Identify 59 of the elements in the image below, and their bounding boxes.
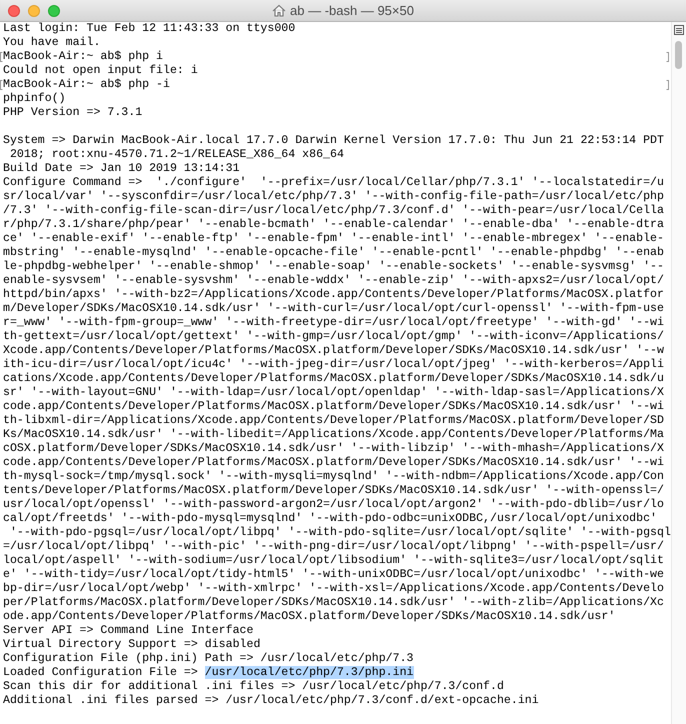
terminal-line: code.app/Contents/Developer/Platforms/MacOSX.platform/Developer/SDKs/MacOSX10.14.sdk/usr' '--wi — [3, 400, 664, 413]
terminal-line: r/php/7.3.1/share/php/pear' '--enable-bcmath' '--enable-calendar' '--enable-dba' '--enable-dtra — [3, 218, 664, 231]
terminal-line: Configure Command => './configure' '--prefix=/usr/local/Cellar/php/7.3.1' '--localstatedir=/u — [3, 176, 664, 189]
menu-icon[interactable] — [674, 25, 684, 35]
terminal-line: Ks/MacOSX10.14.sdk/usr' '--with-libedit=/Applications/Xcode.app/Contents/Developer/Platforms/Ma — [3, 428, 664, 441]
terminal-line: bp-dir=/usr/local/opt/webp' '--with-xmlrpc' '--with-xsl=/Applications/Xcode.app/Contents/Develo — [3, 582, 664, 595]
terminal-line: cations/Xcode.app/Contents/Developer/Platforms/MacOSX.platform/Developer/SDKs/MacOSX10.14.sdk/u — [3, 372, 664, 385]
terminal-line: code.app/Contents/Developer/Platforms/MacOSX.platform/Developer/SDKs/MacOSX10.14.sdk/usr' '--wi — [3, 456, 664, 469]
close-button[interactable] — [8, 4, 20, 16]
prompt-mark-icon — [0, 52, 3, 62]
window-title: ab — -bash — 95×50 — [290, 3, 414, 18]
terminal-line: sr/local/var' '--sysconfdir=/usr/local/etc/php/7.3' '--with-config-file-path=/usr/local/etc/php — [3, 190, 664, 203]
zoom-button[interactable] — [48, 4, 60, 16]
terminal-line: Could not open input file: i — [3, 64, 198, 77]
terminal-line: '--with-pdo-pgsql=/usr/local/opt/libpq' '--with-pdo-sqlite=/usr/local/opt/sqlite' '--with-pgsql — [8, 526, 671, 539]
terminal-line: MacBook-Air:~ ab$ php -i — [3, 78, 170, 91]
minimize-button[interactable] — [28, 4, 40, 16]
terminal-line: cal/opt/freetds' '--with-pdo-mysql=mysqlnd' '--with-pdo-odbc=unixODBC,/usr/local/opt/unixodbc' — [3, 512, 657, 525]
terminal-line: local/opt/aspell' '--with-sodium=/usr/local/opt/libsodium' '--with-sqlite3=/usr/local/opt/sqlit — [3, 554, 664, 567]
terminal-line: usr/local/opt/openssl' '--with-password-argon2=/usr/local/opt/argon2' '--with-pdo-dblib=/usr/lo — [3, 498, 664, 511]
terminal-line: MacBook-Air:~ ab$ php i — [3, 50, 164, 63]
terminal-line: th-mysql-sock=/tmp/mysql.sock' '--with-mysqli=mysqlnd' '--with-ndbm=/Applications/Xcode.app/Con — [3, 470, 664, 483]
prompt-mark-icon — [666, 52, 669, 62]
scroll-thumb[interactable] — [675, 41, 682, 69]
terminal-line: th-libxml-dir=/Applications/Xcode.app/Contents/Developer/Platforms/MacOSX.platform/Developer/SD — [3, 414, 664, 427]
terminal-line: ce' '--enable-exif' '--enable-ftp' '--enable-fpm' '--enable-intl' '--enable-mbregex' '--enable- — [3, 232, 664, 245]
terminal-line: Configuration File (php.ini) Path => /usr/local/etc/php/7.3 — [3, 652, 414, 665]
terminal-line: ith-icu-dir=/usr/local/opt/icu4c' '--with-jpeg-dir=/usr/local/opt/jpeg' '--with-kerberos=/Appli — [3, 358, 664, 371]
terminal-line: =/usr/local/opt/libpq' '--with-pic' '--with-png-dir=/usr/local/opt/libpng' '--with-pspell=/usr/ — [3, 540, 664, 553]
terminal-line: th-gettext=/usr/local/opt/gettext' '--with-gmp=/usr/local/opt/gmp' '--with-iconv=/Applications/ — [3, 330, 664, 343]
terminal-line: httpd/bin/apxs' '--with-bz2=/Applications/Xcode.app/Contents/Developer/Platforms/MacOSX.platfor — [3, 288, 664, 301]
terminal-line: e' '--with-tidy=/usr/local/opt/tidy-html5' '--with-unixODBC=/usr/local/opt/unixodbc' '--with-we — [3, 568, 664, 581]
terminal-line: System => Darwin MacBook-Air.local 17.7.0 Darwin Kernel Version 17.7.0: Thu Jun 21 22:53:14 PDT — [3, 134, 664, 147]
terminal-line: phpinfo() — [3, 92, 66, 105]
terminal-line: sr' '--with-layout=GNU' '--with-ldap=/usr/local/opt/openldap' '--with-ldap-sasl=/Applications/X — [3, 386, 664, 399]
terminal-line: /7.3' '--with-config-file-scan-dir=/usr/local/etc/php/7.3/conf.d' '--with-pear=/usr/local/Cella — [3, 204, 664, 217]
terminal-line: Server API => Command Line Interface — [3, 624, 254, 637]
terminal-line: You have mail. — [3, 36, 100, 49]
terminal-line: PHP Version => 7.3.1 — [3, 106, 142, 119]
terminal-line: Xcode.app/Contents/Developer/Platforms/MacOSX.platform/Developer/SDKs/MacOSX10.14.sdk/usr' '--w — [3, 344, 664, 357]
terminal-line: 2018; root:xnu-4570.71.2~1/RELEASE_X86_64 x86_64 — [8, 148, 344, 161]
terminal-line: mbstring' '--enable-mysqlnd' '--enable-opcache-file' '--enable-pcntl' '--enable-phpdbg' '--enab — [3, 246, 664, 259]
terminal-line: Loaded Configuration File => /usr/local/etc/php/7.3/php.ini — [3, 666, 414, 679]
terminal-line: le-phpdbg-webhelper' '--enable-shmop' '--enable-soap' '--enable-sockets' '--enable-sysvmsg' '-- — [3, 260, 664, 273]
terminal-line: r=_www' '--with-fpm-group=_www' '--with-freetype-dir=/usr/local/opt/freetype' '--with-gd' '--wi — [3, 316, 664, 329]
terminal-line: Virtual Directory Support => disabled — [3, 638, 260, 651]
terminal-line: Last login: Tue Feb 12 11:43:33 on ttys000 — [3, 22, 296, 35]
terminal-line: cOSX.platform/Developer/SDKs/MacOSX10.14.sdk/usr' '--with-libzip' '--with-mhash=/Applications/X — [3, 442, 664, 455]
terminal-line: ode.app/Contents/Developer/Platforms/MacOSX.platform/Developer/SDKs/MacOSX10.14.sdk/usr' — [3, 610, 616, 623]
house-icon — [272, 4, 286, 17]
terminal-line: per/Platforms/MacOSX.platform/Developer/SDKs/MacOSX10.14.sdk/usr' '--with-zlib=/Applications/Xc — [3, 596, 664, 609]
terminal-line: m/Developer/SDKs/MacOSX10.14.sdk/usr' '--with-curl=/usr/local/opt/curl-openssl' '--with-fpm-use — [3, 302, 664, 315]
terminal-line: tents/Developer/Platforms/MacOSX.platform/Developer/SDKs/MacOSX10.14.sdk/usr' '--with-openssl=/ — [3, 484, 664, 497]
terminal-line: Scan this dir for additional .ini files => /usr/local/etc/php/7.3/conf.d — [3, 680, 504, 693]
terminal-line: Build Date => Jan 10 2019 13:14:31 — [3, 162, 240, 175]
prompt-mark-icon — [666, 80, 669, 90]
prompt-mark-icon — [0, 80, 3, 90]
terminal-line: Additional .ini files parsed => /usr/local/etc/php/7.3/conf.d/ext-opcache.ini — [3, 694, 539, 707]
terminal-line: enable-sysvsem' '--enable-sysvshm' '--enable-wddx' '--enable-zip' '--with-apxs2=/usr/local/opt/ — [3, 274, 664, 287]
